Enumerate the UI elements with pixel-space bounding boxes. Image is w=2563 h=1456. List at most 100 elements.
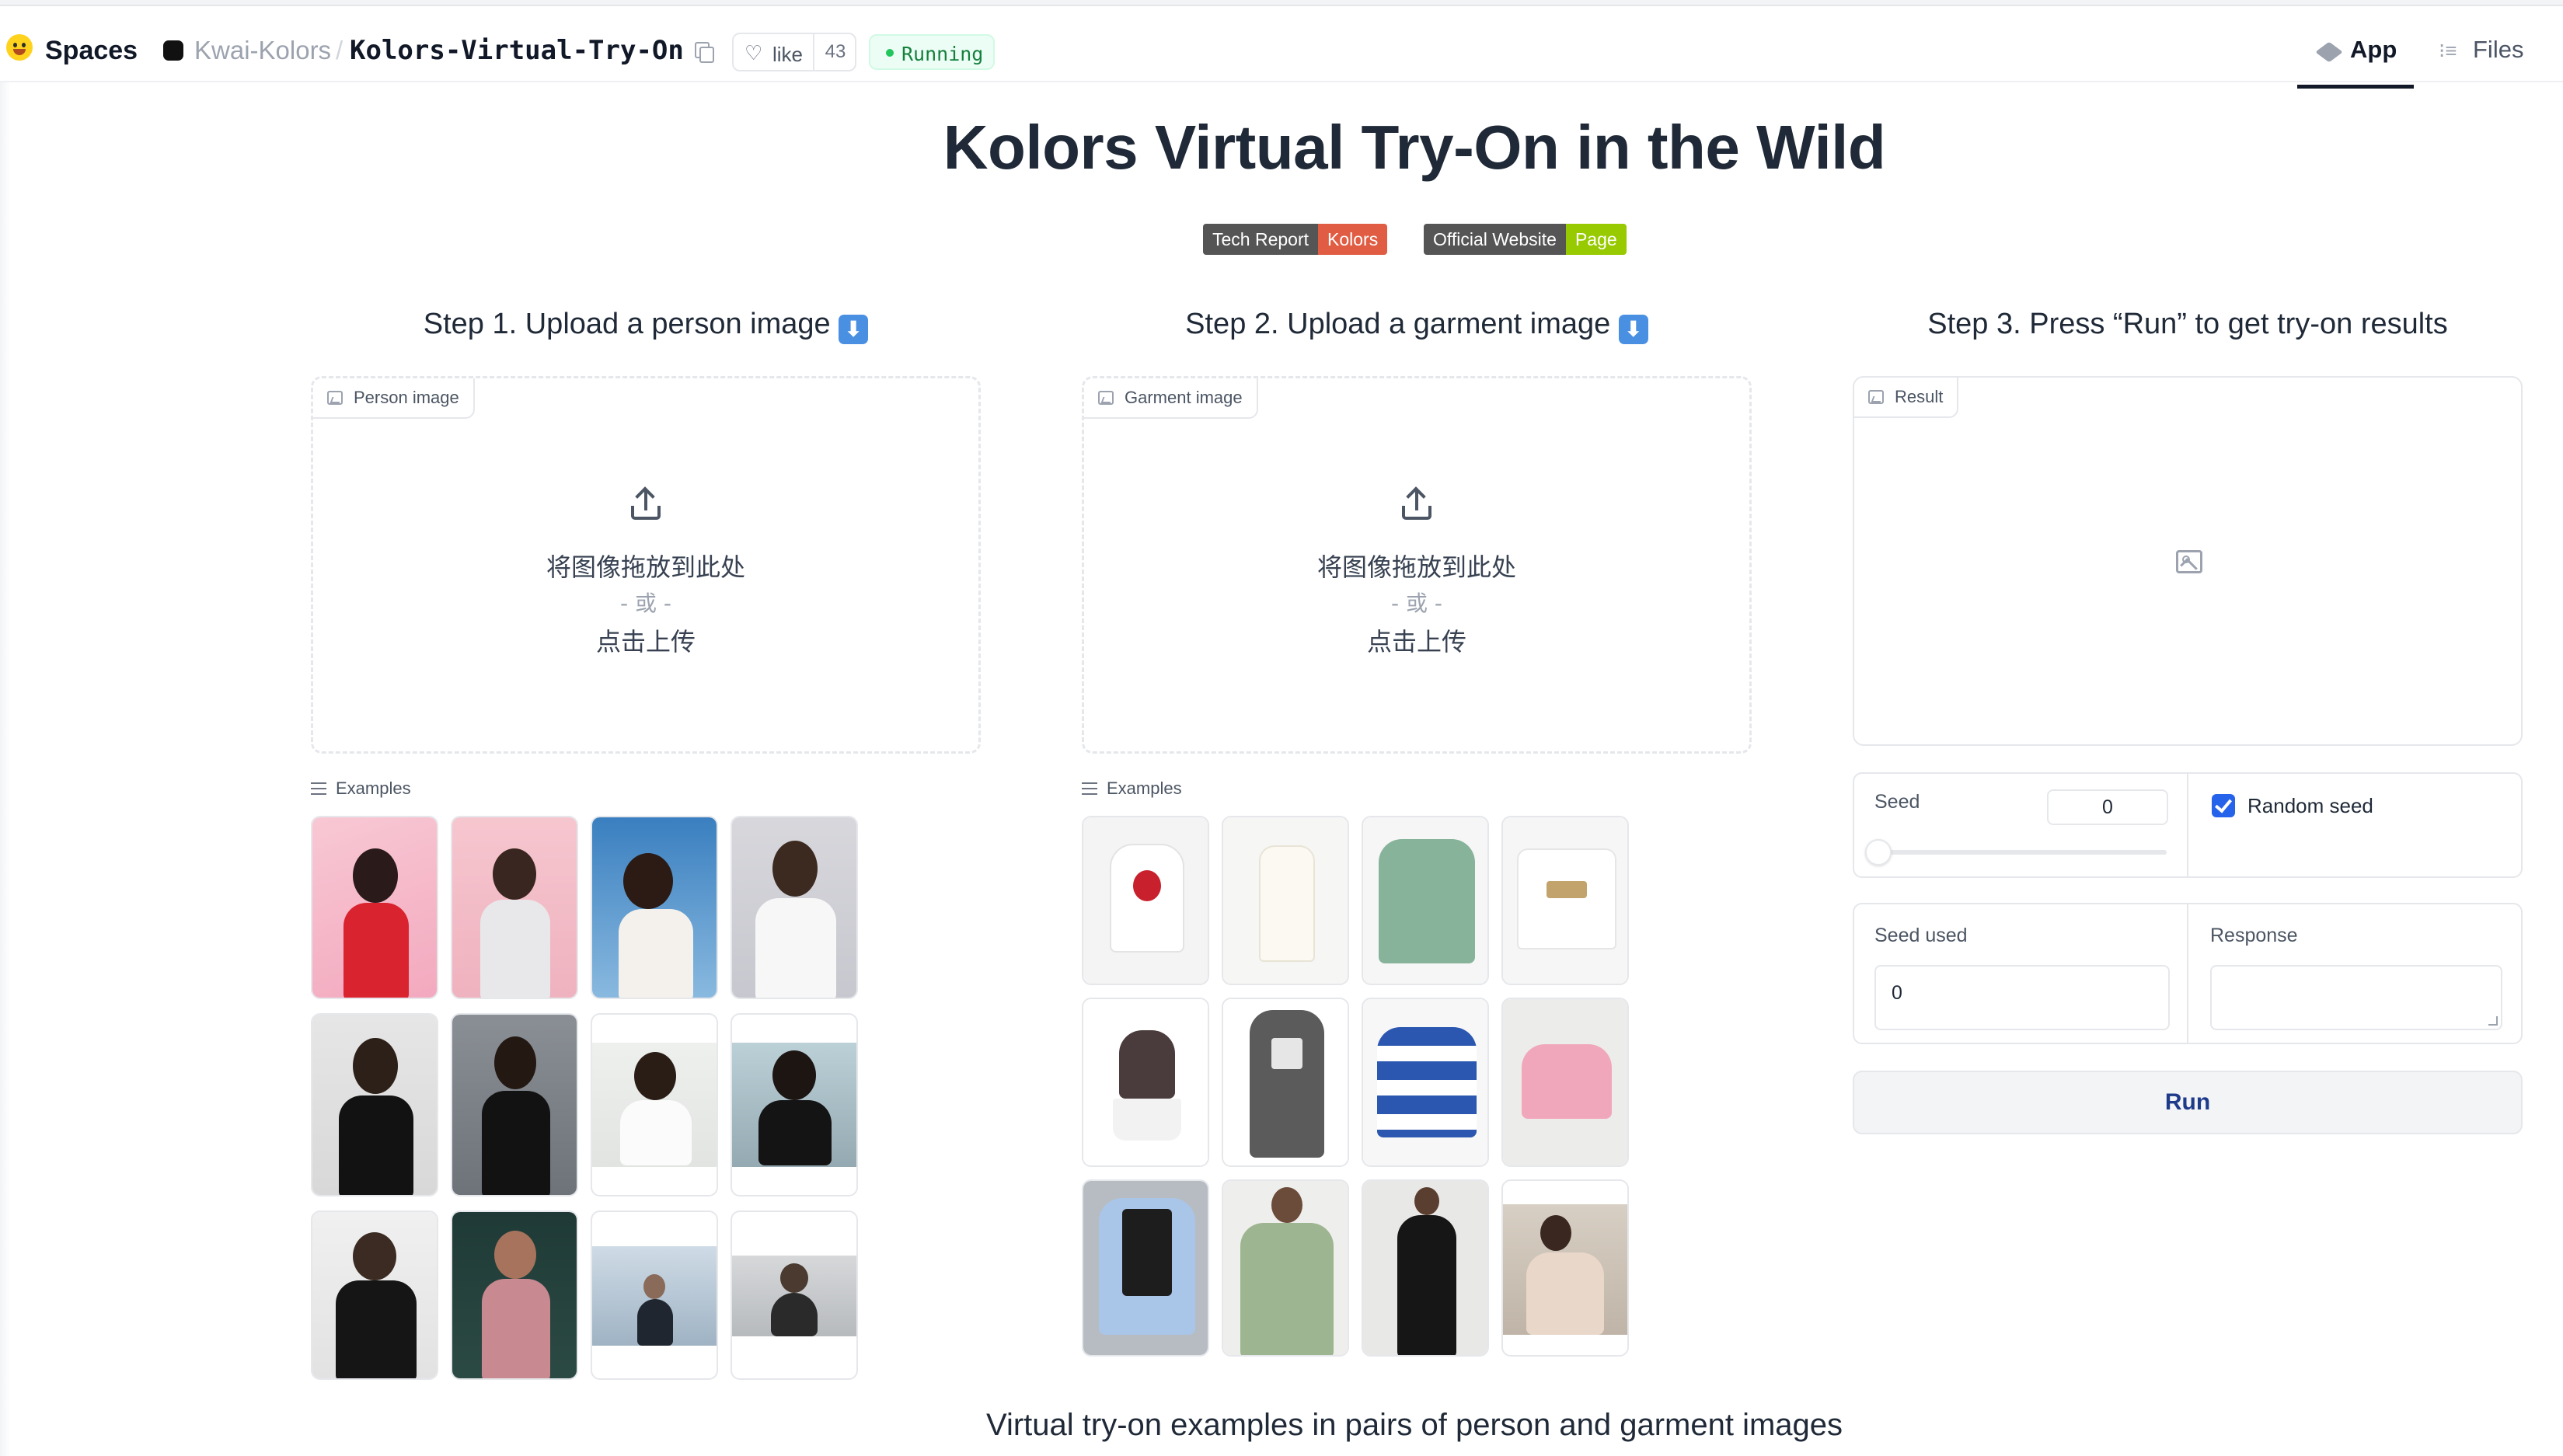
files-list-icon: ⁝≡: [2439, 39, 2457, 62]
like-count[interactable]: 43: [813, 34, 856, 70]
like-button[interactable]: ♡ like 43: [732, 33, 856, 71]
breadcrumb-separator: /: [336, 36, 343, 64]
random-seed-control: Random seed: [2190, 774, 2521, 876]
person-example-thumb[interactable]: [451, 1013, 578, 1196]
tech-report-badge-left: Tech Report: [1203, 224, 1319, 255]
response-field[interactable]: [2210, 965, 2502, 1030]
drop-text: 将图像拖放到此处: [546, 552, 745, 582]
official-website-badge[interactable]: Official Website Page: [1424, 224, 1627, 255]
step1-text: Step 1. Upload a person image: [423, 308, 831, 340]
down-arrow-icon: ⬇: [1618, 315, 1648, 344]
garment-example-thumb[interactable]: [1082, 1179, 1209, 1357]
list-icon: [311, 782, 326, 795]
repo-link[interactable]: Kolors-Virtual-Try-On: [350, 35, 684, 66]
spaces-link[interactable]: Spaces: [45, 36, 138, 66]
heart-icon: ♡: [744, 41, 763, 64]
garment-example-thumb[interactable]: [1082, 998, 1209, 1167]
garment-example-thumb[interactable]: [1222, 998, 1349, 1167]
response-label: Response: [2210, 925, 2298, 946]
result-label: Result: [1854, 378, 1959, 418]
step3-title: Step 3. Press “Run” to get try-on result…: [1927, 308, 2448, 340]
tab-app-label: App: [2350, 36, 2397, 63]
garment-example-thumb[interactable]: [1362, 816, 1489, 985]
click-upload-text: 点击上传: [1366, 627, 1466, 657]
org-link[interactable]: Kwai-Kolors: [194, 36, 331, 65]
garment-example-thumb[interactable]: [1501, 816, 1629, 985]
like-label: like: [772, 43, 804, 66]
status-text: Running: [901, 43, 984, 65]
garment-example-thumb[interactable]: [1362, 1179, 1489, 1357]
garment-image-label: Garment image: [1084, 378, 1258, 419]
image-icon: [1868, 390, 1884, 404]
garment-examples-label: Examples: [1082, 779, 1182, 799]
browser-top-edge: [0, 0, 2563, 6]
person-example-thumb[interactable]: [731, 1210, 858, 1380]
tech-report-badge[interactable]: Tech Report Kolors: [1203, 224, 1388, 255]
or-text: - 或 -: [619, 590, 671, 616]
seed-label: Seed: [1874, 791, 1920, 813]
seed-used-control: Seed used 0: [1854, 904, 2188, 1043]
person-examples-label: Examples: [311, 779, 411, 799]
step2-title: Step 2. Upload a garment image ⬇: [1082, 308, 1752, 344]
person-image-label: Person image: [313, 378, 475, 419]
upload-icon: [629, 486, 663, 521]
seed-panel: Seed 0 Random seed: [1853, 772, 2523, 878]
hugging-face-logo-icon[interactable]: [6, 34, 33, 61]
seed-used-field[interactable]: 0: [1874, 965, 2170, 1030]
person-example-thumb[interactable]: [591, 1210, 718, 1380]
garment-image-upload[interactable]: Garment image 将图像拖放到此处 - 或 - 点击上传: [1082, 376, 1752, 754]
person-example-thumb[interactable]: [311, 1210, 438, 1380]
person-example-thumb[interactable]: [311, 816, 438, 999]
tab-files[interactable]: ⁝≡ Files: [2434, 12, 2558, 89]
org-avatar-icon: [163, 40, 183, 61]
person-image-upload[interactable]: Person image 将图像拖放到此处 - 或 - 点击上传: [311, 376, 981, 754]
upload-icon: [1400, 486, 1434, 521]
image-icon: [327, 391, 343, 405]
down-arrow-icon: ⬇: [839, 315, 869, 344]
image-placeholder-icon: [2176, 550, 2202, 573]
random-seed-label[interactable]: Random seed: [2247, 794, 2373, 818]
person-example-thumb[interactable]: [591, 1013, 718, 1196]
person-example-thumb[interactable]: [731, 816, 858, 999]
list-icon: [1082, 782, 1097, 795]
cube-icon: [2315, 41, 2343, 63]
garment-example-thumb[interactable]: [1222, 1179, 1349, 1357]
person-example-thumb[interactable]: [591, 816, 718, 999]
step2-text: Step 2. Upload a garment image: [1185, 308, 1611, 340]
garment-example-thumb[interactable]: [1501, 998, 1629, 1167]
official-website-badge-left: Official Website: [1424, 224, 1566, 255]
resize-handle-icon[interactable]: [2488, 1016, 2498, 1026]
copy-icon[interactable]: [695, 42, 714, 63]
official-website-badge-right: Page: [1565, 224, 1627, 255]
seed-used-label: Seed used: [1874, 925, 1968, 946]
hf-header: Spaces Kwai-Kolors / Kolors-Virtual-Try-…: [0, 6, 2563, 89]
seed-slider-track[interactable]: [1874, 850, 2167, 855]
or-text: - 或 -: [1390, 590, 1442, 616]
person-example-thumb[interactable]: [451, 816, 578, 999]
garment-example-thumb[interactable]: [1501, 1179, 1629, 1357]
person-example-thumb[interactable]: [451, 1210, 578, 1380]
person-example-thumb[interactable]: [311, 1013, 438, 1196]
output-panel: Seed used 0 Response: [1853, 903, 2523, 1044]
garment-example-thumb[interactable]: [1362, 998, 1489, 1167]
tab-app[interactable]: App: [2297, 12, 2414, 89]
response-control: Response: [2190, 904, 2521, 1043]
click-upload-text: 点击上传: [595, 627, 696, 657]
status-badge: Running: [869, 34, 995, 70]
seed-slider-handle[interactable]: [1865, 839, 1892, 866]
examples-caption: Virtual try-on examples in pairs of pers…: [985, 1408, 1843, 1442]
tab-files-label: Files: [2473, 36, 2524, 63]
step1-title: Step 1. Upload a person image ⬇: [311, 308, 981, 344]
image-icon: [1098, 391, 1114, 405]
tech-report-badge-right: Kolors: [1318, 224, 1388, 255]
person-example-thumb[interactable]: [731, 1013, 858, 1196]
garment-example-thumb[interactable]: [1222, 816, 1349, 985]
random-seed-checkbox[interactable]: [2212, 794, 2235, 817]
result-image: Result: [1853, 376, 2523, 746]
left-edge-shadow: [0, 82, 11, 1456]
run-button[interactable]: Run: [1853, 1071, 2523, 1134]
seed-number-input[interactable]: 0: [2047, 789, 2168, 825]
garment-example-thumb[interactable]: [1082, 816, 1209, 985]
page-title: Kolors Virtual Try-On in the Wild: [943, 113, 1886, 182]
status-dot-icon: [886, 49, 894, 57]
